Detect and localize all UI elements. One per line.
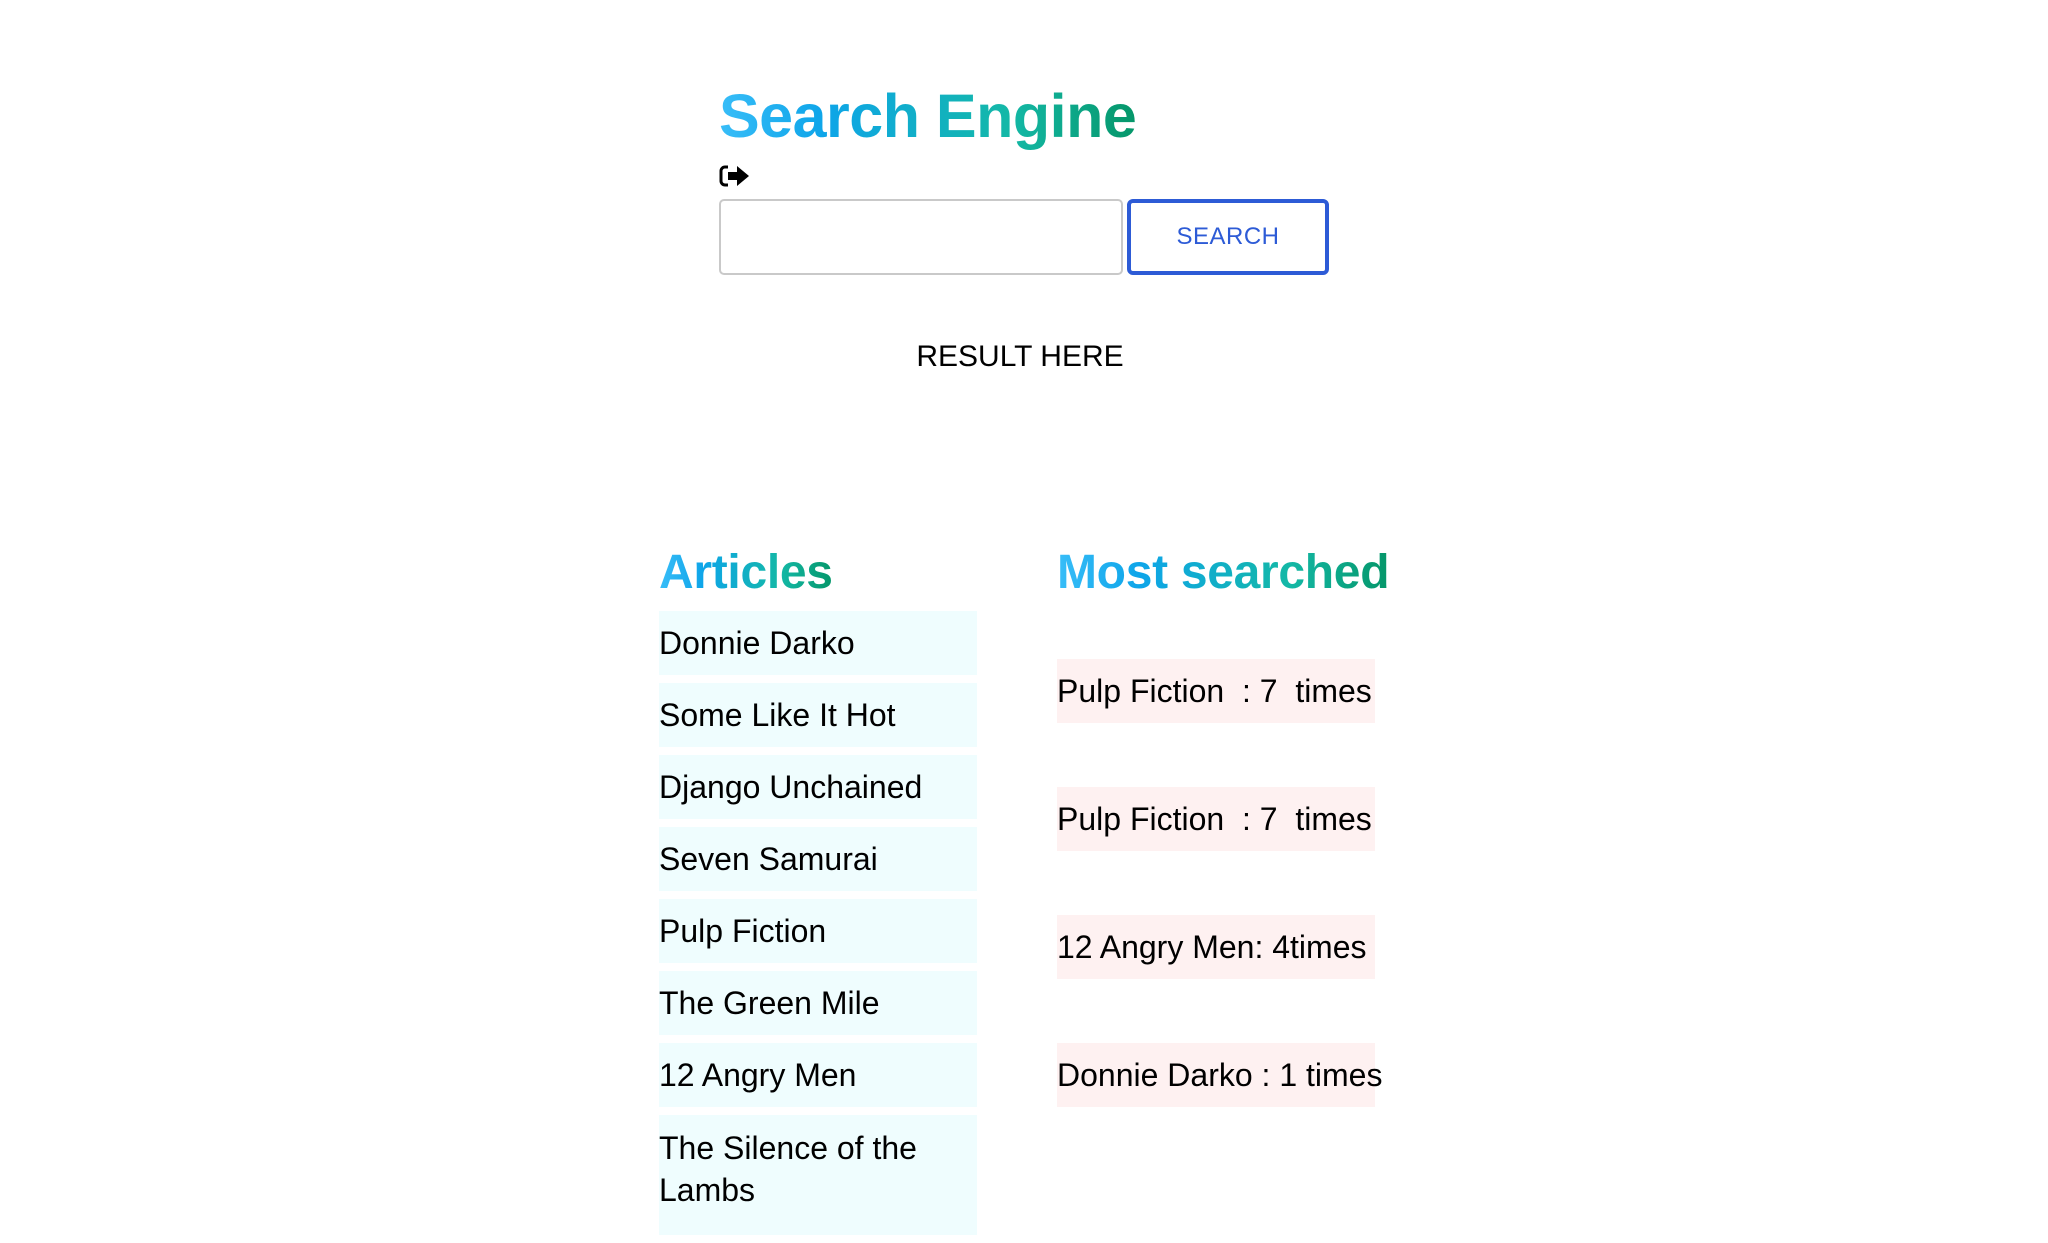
most-searched-item: Donnie Darko : 1 times [1057, 1043, 1382, 1107]
page-title: Search Engine [719, 82, 1137, 150]
articles-heading: Articles [659, 544, 833, 602]
article-item[interactable]: Pulp Fiction [659, 899, 977, 963]
sign-out-icon[interactable] [719, 163, 751, 189]
most-searched-list: Pulp Fiction : 7 times Pulp Fiction : 7 … [1057, 659, 1382, 1171]
article-item[interactable]: Django Unchained [659, 755, 977, 819]
most-searched-item: 12 Angry Men: 4times [1057, 915, 1375, 979]
article-item[interactable]: Some Like It Hot [659, 683, 977, 747]
article-item[interactable]: The Silence of the Lambs [659, 1115, 977, 1235]
most-searched-item: Pulp Fiction : 7 times [1057, 659, 1375, 723]
articles-list: Donnie Darko Some Like It Hot Django Unc… [659, 611, 977, 1243]
result-text: RESULT HERE [916, 340, 1124, 373]
article-item[interactable]: The Green Mile [659, 971, 977, 1035]
search-button[interactable]: SEARCH [1127, 199, 1329, 275]
article-item[interactable]: Seven Samurai [659, 827, 977, 891]
article-item[interactable]: Donnie Darko [659, 611, 977, 675]
article-item[interactable]: 12 Angry Men [659, 1043, 977, 1107]
most-searched-heading: Most searched [1057, 544, 1390, 602]
most-searched-item: Pulp Fiction : 7 times [1057, 787, 1375, 851]
search-input[interactable] [719, 199, 1123, 275]
